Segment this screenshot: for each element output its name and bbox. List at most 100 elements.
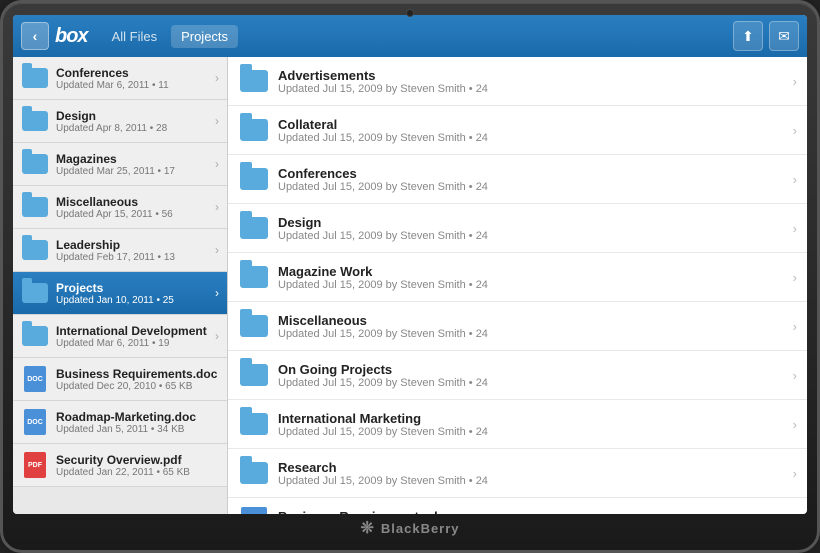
right-item-ads[interactable]: Advertisements Updated Jul 15, 2009 by S… — [228, 57, 807, 106]
folder-icon — [21, 236, 49, 264]
folder-icon — [21, 322, 49, 350]
item-text: International Development Updated Mar 6,… — [56, 324, 208, 349]
item-name: Projects — [56, 281, 208, 295]
chevron-icon: › — [215, 329, 219, 343]
right-chevron-icon: › — [793, 172, 797, 187]
header-icons: ⬆ ✉ — [733, 21, 799, 51]
folder-icon — [238, 408, 270, 440]
right-chevron-icon: › — [793, 270, 797, 285]
right-item-text: Conferences Updated Jul 15, 2009 by Stev… — [278, 166, 785, 193]
item-meta: Updated Mar 6, 2011 • 11 — [56, 80, 208, 91]
folder-icon — [21, 150, 49, 178]
folder-icon — [238, 65, 270, 97]
folder-icon — [238, 359, 270, 391]
item-text: Roadmap-Marketing.doc Updated Jan 5, 201… — [56, 410, 219, 435]
back-button[interactable]: ‹ — [21, 22, 49, 50]
right-item-biz-req[interactable]: DOC Business Requirements.doc Updated Ju… — [228, 498, 807, 514]
item-name: Design — [56, 109, 208, 123]
item-meta: Updated Apr 8, 2011 • 28 — [56, 123, 208, 134]
right-item-meta: Updated Jul 15, 2009 by Steven Smith • 2… — [278, 377, 785, 389]
tablet: ‹ box All Files Projects ⬆ ✉ Conferences… — [0, 0, 820, 553]
header: ‹ box All Files Projects ⬆ ✉ — [13, 15, 807, 57]
right-panel: Advertisements Updated Jul 15, 2009 by S… — [228, 57, 807, 514]
item-meta: Updated Feb 17, 2011 • 13 — [56, 252, 208, 263]
right-item-text: Design Updated Jul 15, 2009 by Steven Sm… — [278, 215, 785, 242]
chevron-icon: › — [215, 157, 219, 171]
bb-brand-name: BlackBerry — [381, 521, 460, 536]
right-item-meta: Updated Jul 15, 2009 by Steven Smith • 2… — [278, 328, 785, 340]
left-item-roadmap[interactable]: DOC Roadmap-Marketing.doc Updated Jan 5,… — [13, 401, 227, 444]
item-text: Miscellaneous Updated Apr 15, 2011 • 56 — [56, 195, 208, 220]
left-item-leadership[interactable]: Leadership Updated Feb 17, 2011 • 13 › — [13, 229, 227, 272]
folder-icon — [21, 64, 49, 92]
right-item-name: On Going Projects — [278, 362, 785, 377]
item-name: Magazines — [56, 152, 208, 166]
left-item-intl-dev[interactable]: International Development Updated Mar 6,… — [13, 315, 227, 358]
right-item-name: Magazine Work — [278, 264, 785, 279]
chevron-icon: › — [215, 71, 219, 85]
right-item-ongoing[interactable]: On Going Projects Updated Jul 15, 2009 b… — [228, 351, 807, 400]
folder-icon — [238, 457, 270, 489]
left-item-magazines[interactable]: Magazines Updated Mar 25, 2011 • 17 › — [13, 143, 227, 186]
item-meta: Updated Mar 25, 2011 • 17 — [56, 166, 208, 177]
screen: ‹ box All Files Projects ⬆ ✉ Conferences… — [13, 15, 807, 514]
chevron-icon: › — [215, 114, 219, 128]
camera — [406, 9, 414, 17]
left-item-security[interactable]: PDF Security Overview.pdf Updated Jan 22… — [13, 444, 227, 487]
right-item-research[interactable]: Research Updated Jul 15, 2009 by Steven … — [228, 449, 807, 498]
left-item-biz-req[interactable]: DOC Business Requirements.doc Updated De… — [13, 358, 227, 401]
right-item-text: Advertisements Updated Jul 15, 2009 by S… — [278, 68, 785, 95]
upload-button[interactable]: ⬆ — [733, 21, 763, 51]
right-item-name: Miscellaneous — [278, 313, 785, 328]
item-text: Magazines Updated Mar 25, 2011 • 17 — [56, 152, 208, 177]
left-item-miscellaneous[interactable]: Miscellaneous Updated Apr 15, 2011 • 56 … — [13, 186, 227, 229]
right-item-design[interactable]: Design Updated Jul 15, 2009 by Steven Sm… — [228, 204, 807, 253]
mail-button[interactable]: ✉ — [769, 21, 799, 51]
item-name: Leadership — [56, 238, 208, 252]
right-item-name: Design — [278, 215, 785, 230]
right-item-meta: Updated Jul 15, 2009 by Steven Smith • 2… — [278, 181, 785, 193]
right-item-misc[interactable]: Miscellaneous Updated Jul 15, 2009 by St… — [228, 302, 807, 351]
left-item-projects[interactable]: Projects Updated Jan 10, 2011 • 25 › — [13, 272, 227, 315]
item-name: Roadmap-Marketing.doc — [56, 410, 219, 424]
doc-icon: DOC — [238, 506, 270, 514]
right-item-meta: Updated Jul 15, 2009 by Steven Smith • 2… — [278, 83, 785, 95]
tab-projects[interactable]: Projects — [171, 25, 238, 48]
item-meta: Updated Mar 6, 2011 • 19 — [56, 338, 208, 349]
right-item-name: Research — [278, 460, 785, 475]
header-tabs: All Files Projects — [102, 25, 238, 48]
right-item-mag-work[interactable]: Magazine Work Updated Jul 15, 2009 by St… — [228, 253, 807, 302]
tab-all-files[interactable]: All Files — [102, 25, 168, 48]
left-item-conferences[interactable]: Conferences Updated Mar 6, 2011 • 11 › — [13, 57, 227, 100]
folder-icon — [238, 310, 270, 342]
right-item-intl-mkt[interactable]: International Marketing Updated Jul 15, … — [228, 400, 807, 449]
blackberry-brand: ❊ BlackBerry — [360, 518, 459, 538]
right-item-meta: Updated Jul 15, 2009 by Steven Smith • 2… — [278, 132, 785, 144]
item-text: Business Requirements.doc Updated Dec 20… — [56, 367, 219, 392]
right-item-meta: Updated Jul 15, 2009 by Steven Smith • 2… — [278, 279, 785, 291]
right-item-conferences[interactable]: Conferences Updated Jul 15, 2009 by Stev… — [228, 155, 807, 204]
folder-icon — [21, 193, 49, 221]
left-item-design[interactable]: Design Updated Apr 8, 2011 • 28 › — [13, 100, 227, 143]
item-meta: Updated Dec 20, 2010 • 65 KB — [56, 381, 219, 392]
item-name: Conferences — [56, 66, 208, 80]
right-item-name: Conferences — [278, 166, 785, 181]
item-meta: Updated Jan 22, 2011 • 65 KB — [56, 467, 219, 478]
bb-logo-icon: ❊ — [360, 518, 374, 538]
item-text: Projects Updated Jan 10, 2011 • 25 — [56, 281, 208, 306]
item-name: Security Overview.pdf — [56, 453, 219, 467]
pdf-icon: PDF — [21, 451, 49, 479]
item-meta: Updated Apr 15, 2011 • 56 — [56, 209, 208, 220]
right-item-meta: Updated Jul 15, 2009 by Steven Smith • 2… — [278, 426, 785, 438]
right-item-collateral[interactable]: Collateral Updated Jul 15, 2009 by Steve… — [228, 106, 807, 155]
right-item-meta: Updated Jul 15, 2009 by Steven Smith • 2… — [278, 475, 785, 487]
left-panel: Conferences Updated Mar 6, 2011 • 11 › D… — [13, 57, 228, 514]
folder-icon — [21, 279, 49, 307]
folder-icon — [238, 114, 270, 146]
item-text: Conferences Updated Mar 6, 2011 • 11 — [56, 66, 208, 91]
doc-icon: DOC — [21, 408, 49, 436]
right-item-meta: Updated Jul 15, 2009 by Steven Smith • 2… — [278, 230, 785, 242]
folder-icon — [238, 163, 270, 195]
right-item-name: Advertisements — [278, 68, 785, 83]
folder-icon — [238, 212, 270, 244]
